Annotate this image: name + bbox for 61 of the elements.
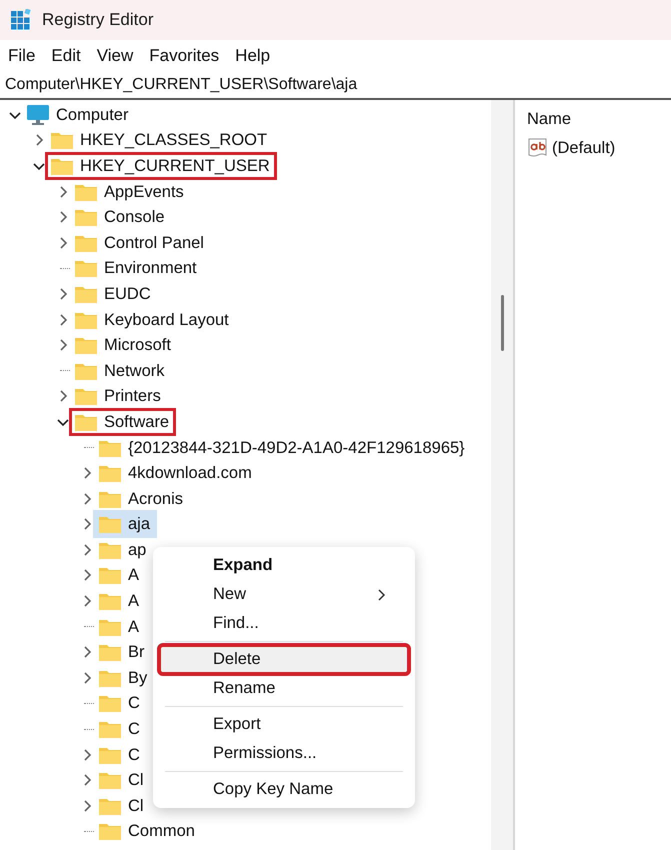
tree-item[interactable]: Printers <box>69 382 168 410</box>
folder-icon <box>98 642 122 662</box>
folder-icon <box>74 335 98 356</box>
menu-item[interactable]: Edit <box>45 42 87 70</box>
menu-item[interactable]: View <box>90 42 140 70</box>
tree-item[interactable]: Cl <box>93 766 151 794</box>
tree-item[interactable]: C <box>93 715 147 744</box>
menu-item[interactable]: File <box>2 42 42 70</box>
tree-item[interactable]: A <box>93 612 146 641</box>
tree-item[interactable]: Microsoft <box>69 331 178 360</box>
tree-item[interactable]: Console <box>69 203 172 232</box>
context-menu-item[interactable]: Find... <box>159 609 409 638</box>
tree-item[interactable]: Control Panel <box>69 228 211 257</box>
tree-item[interactable]: Network <box>69 356 172 385</box>
folder-icon <box>74 386 98 406</box>
folder-icon <box>98 565 122 586</box>
tree-item[interactable]: Br <box>93 638 152 666</box>
context-menu-item[interactable]: Rename <box>159 674 409 703</box>
folder-icon <box>98 770 122 790</box>
folder-icon <box>98 693 122 714</box>
folder-icon <box>98 719 122 740</box>
tree-item[interactable]: {20123844-321D-49D2-A1A0-42F129618965} <box>93 434 472 462</box>
tree-item[interactable]: C <box>93 740 147 769</box>
tree-item[interactable]: 4kdownload.com <box>93 459 259 488</box>
tree-item[interactable]: AppEvents <box>69 178 191 206</box>
folder-icon <box>98 463 122 484</box>
tree-item[interactable]: Software <box>69 408 176 436</box>
tree-item[interactable]: Common <box>93 817 202 846</box>
context-menu-item[interactable]: Copy Key Name <box>159 775 409 804</box>
context-menu-item[interactable]: Export <box>159 710 409 739</box>
context-menu-item[interactable]: Expand <box>159 551 409 580</box>
tree-item[interactable]: Cl <box>93 792 151 820</box>
tree-item[interactable]: A <box>93 561 146 590</box>
tree-item[interactable]: Keyboard Layout <box>69 306 236 334</box>
folder-icon <box>74 207 98 228</box>
registry-cubes-icon <box>10 9 32 31</box>
value-name[interactable]: (Default) <box>552 138 616 158</box>
context-menu-item[interactable]: Permissions... <box>159 739 409 768</box>
tree-item[interactable]: Environment <box>69 254 204 282</box>
menu-item[interactable]: Help <box>229 42 276 70</box>
monitor-icon <box>26 104 50 126</box>
scrollbar[interactable] <box>491 100 513 850</box>
tree-item[interactable]: ap <box>93 536 154 564</box>
tree-item[interactable]: A <box>93 587 146 616</box>
column-header[interactable]: Name <box>527 110 671 129</box>
folder-icon <box>50 130 74 150</box>
folder-icon <box>98 591 122 612</box>
folder-icon <box>98 514 122 534</box>
tree-item[interactable]: By <box>93 664 154 692</box>
menu-item[interactable]: Favorites <box>143 42 226 70</box>
context-menu-item[interactable]: Delete <box>159 645 409 674</box>
tree-item[interactable]: aja <box>93 510 158 538</box>
tree-item[interactable]: HKEY_CURRENT_USER <box>45 152 277 180</box>
folder-icon <box>98 821 122 842</box>
string-value-icon <box>527 137 549 159</box>
tree-item[interactable]: C <box>93 689 147 718</box>
tree-item[interactable]: EUDC <box>69 280 158 308</box>
window-title: Registry Editor <box>42 10 154 30</box>
folder-icon <box>74 258 98 278</box>
tree-item[interactable]: Acronis <box>93 484 190 513</box>
context-menu-item[interactable]: New <box>159 580 409 609</box>
